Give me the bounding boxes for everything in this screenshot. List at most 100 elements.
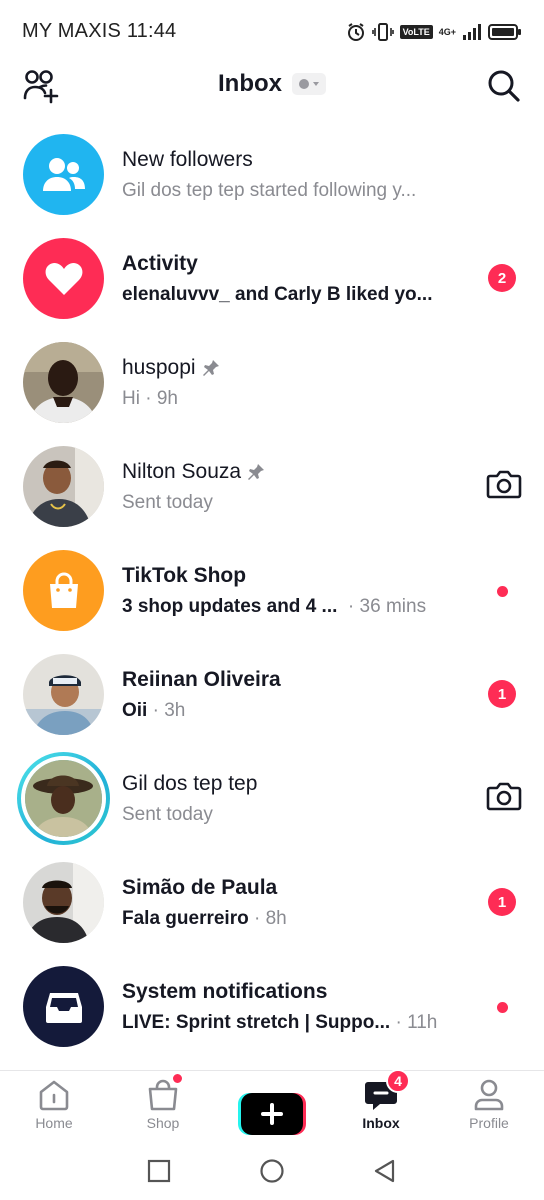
circle-icon	[260, 1159, 284, 1183]
last-message: Fala guerreiro	[122, 908, 249, 929]
unread-dot	[497, 586, 508, 597]
pin-icon	[248, 464, 265, 480]
last-message: Sent today	[122, 804, 213, 825]
nav-shop-label: Shop	[146, 1115, 180, 1131]
unread-badge: 1	[488, 680, 516, 708]
list-item-chat[interactable]: Simão de Paula Fala guerreiro · 8h 1	[0, 850, 544, 954]
contact-name: huspopi	[122, 356, 196, 379]
row-subtitle-text: Gil dos tep tep started following y...	[122, 180, 417, 201]
clock: 11:44	[126, 20, 177, 42]
avatar-photo	[23, 342, 104, 423]
row-title: Simão de Paula	[122, 876, 278, 899]
unread-badge: 2	[488, 264, 516, 292]
camera-button[interactable]	[486, 780, 522, 812]
inbox-badge: 4	[386, 1069, 410, 1093]
avatar-photo	[25, 760, 102, 837]
heart-icon	[45, 262, 82, 295]
activity-avatar	[23, 238, 104, 319]
last-message: 3 shop updates and 4 ...	[122, 596, 338, 617]
avatar	[23, 342, 104, 423]
network-type: 4G+	[438, 26, 456, 37]
list-item-activity[interactable]: Activity elenaluvvv_ and Carly B liked y…	[0, 226, 544, 330]
followers-icon	[42, 157, 85, 191]
unread-badge: 1	[488, 888, 516, 916]
shop-notification-dot	[172, 1073, 183, 1084]
row-subtitle: Sent today	[122, 492, 213, 514]
recents-button[interactable]	[146, 1158, 172, 1184]
plus-icon	[238, 1093, 306, 1135]
list-item-chat[interactable]: Reiinan Oliveira Oii · 3h 1	[0, 642, 544, 746]
shop-icon-wrap	[146, 1073, 183, 1111]
last-message: Sent today	[122, 492, 213, 513]
search-button[interactable]	[486, 68, 522, 104]
row-subtitle: elenaluvvv_ and Carly B liked yo...	[122, 284, 432, 306]
list-item-chat[interactable]: Gil dos tep tep Sent today	[0, 746, 544, 850]
signal-icon	[463, 24, 481, 40]
avatar	[23, 862, 104, 943]
last-message: Oii	[122, 700, 148, 721]
row-subtitle-text: elenaluvvv_ and Carly B liked yo...	[122, 284, 433, 305]
inbox-icon-wrap: 4	[364, 1069, 410, 1111]
profile-icon	[474, 1079, 504, 1111]
shopping-bag-icon	[148, 1079, 178, 1111]
last-message: LIVE: Sprint stretch | Suppo...	[122, 1012, 391, 1033]
create-button[interactable]	[238, 1093, 306, 1135]
system-navigation-bar	[0, 1142, 544, 1200]
status-bar: MY MAXIS 11:44 VoLTE 4G+	[0, 0, 544, 64]
nav-inbox-label: Inbox	[362, 1115, 400, 1131]
row-title: System notifications	[122, 980, 328, 1003]
nav-profile[interactable]: Profile	[444, 1079, 534, 1131]
message-time: 36 mins	[359, 596, 427, 617]
chevron-down-icon	[313, 82, 319, 86]
unread-dot	[497, 1002, 508, 1013]
online-status-toggle[interactable]	[292, 73, 326, 95]
avatar	[23, 446, 104, 527]
volte-indicator: VoLTE	[399, 25, 433, 39]
inbox-header: Inbox	[0, 64, 544, 110]
nav-home[interactable]: Home	[9, 1079, 99, 1131]
row-subtitle: LIVE: Sprint stretch | Suppo... · 11h	[122, 1012, 438, 1033]
message-time: 11h	[407, 1012, 438, 1033]
list-item-chat[interactable]: Nilton Souza Sent today	[0, 434, 544, 538]
status-icons: VoLTE 4G+	[346, 20, 522, 44]
list-item-chat[interactable]: huspopi Hi · 9h	[0, 330, 544, 434]
bottom-nav: Home Shop 4 Inbox Profile	[0, 1069, 544, 1142]
status-dot-icon	[299, 79, 309, 89]
row-subtitle: 3 shop updates and 4 ... · 36 mins	[122, 596, 427, 617]
avatar	[21, 756, 106, 841]
inbox-list: New followers Gil dos tep tep started fo…	[0, 122, 544, 1058]
nav-shop[interactable]: Shop	[118, 1073, 208, 1131]
system-avatar	[23, 966, 104, 1047]
nav-profile-label: Profile	[469, 1115, 509, 1131]
row-subtitle: Fala guerreiro · 8h	[122, 908, 287, 929]
row-subtitle: Sent today	[122, 804, 213, 826]
shop-avatar	[23, 550, 104, 631]
home-system-button[interactable]	[259, 1158, 285, 1184]
last-message: Hi	[122, 388, 140, 409]
row-title: TikTok Shop	[122, 564, 247, 587]
battery-icon	[488, 24, 521, 40]
row-title: Activity	[122, 252, 198, 275]
followers-avatar	[23, 134, 104, 215]
square-icon	[147, 1159, 171, 1183]
carrier-time: MY MAXIS 11:44	[22, 20, 176, 43]
nav-inbox[interactable]: 4 Inbox	[336, 1069, 426, 1131]
camera-button[interactable]	[486, 468, 522, 500]
message-time: 3h	[164, 700, 186, 721]
row-subtitle: Hi · 9h	[122, 388, 178, 409]
avatar-photo	[23, 446, 104, 527]
list-item-system-notifications[interactable]: System notifications LIVE: Sprint stretc…	[0, 954, 544, 1058]
message-time: 8h	[265, 908, 287, 929]
triangle-back-icon	[374, 1159, 395, 1183]
back-button[interactable]	[372, 1158, 398, 1184]
avatar-story-ring[interactable]	[17, 752, 110, 845]
camera-icon	[486, 782, 522, 811]
row-title: New followers	[122, 148, 253, 171]
avatar	[23, 654, 104, 735]
list-item-new-followers[interactable]: New followers Gil dos tep tep started fo…	[0, 122, 544, 226]
search-icon	[488, 70, 520, 102]
row-title: huspopi	[122, 356, 220, 380]
carrier-name: MY MAXIS	[22, 20, 122, 42]
list-item-tiktok-shop[interactable]: TikTok Shop 3 shop updates and 4 ... · 3…	[0, 538, 544, 642]
row-title: Reiinan Oliveira	[122, 668, 281, 691]
